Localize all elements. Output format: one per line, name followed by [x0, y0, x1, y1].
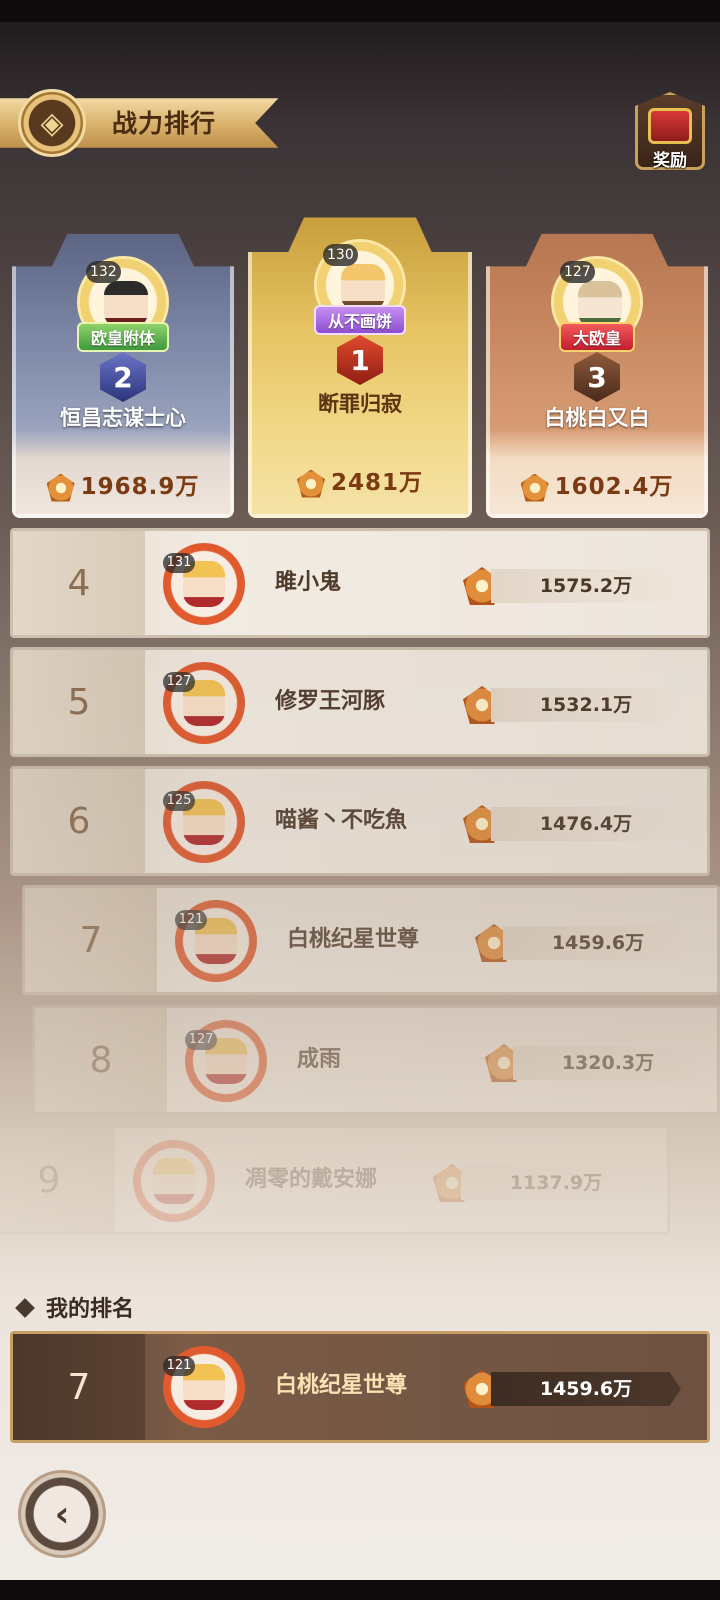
status-bar: [0, 0, 720, 22]
power-icon: [520, 473, 549, 502]
power-value: 1459.6万: [503, 926, 693, 960]
level-badge: 130: [323, 244, 358, 266]
level-badge: 127: [185, 1030, 217, 1050]
back-arrow-icon: ‹: [54, 1493, 70, 1535]
player-name: 白桃纪星世尊: [287, 927, 420, 952]
navigation-bar: [0, 1580, 720, 1600]
level-badge: 127: [560, 261, 595, 283]
level-badge: 127: [163, 672, 195, 692]
podium-card-rank-3[interactable]: 127 大欧皇 3 白桃白又白 1602.4万: [486, 222, 708, 518]
ranking-row[interactable]: 8 127 成雨 1320.3万: [32, 1005, 720, 1115]
diamond-icon: [15, 1298, 35, 1318]
power-value: 1137.9万: [461, 1166, 651, 1200]
player-name: 白桃白又白: [544, 406, 650, 430]
power-value: 2481万: [248, 463, 472, 498]
player-name: 断罪归寂: [318, 392, 402, 416]
rank-number: 6: [13, 769, 145, 873]
level-badge: 121: [175, 910, 207, 930]
level-badge: 132: [86, 261, 121, 283]
power-icon: [296, 469, 325, 498]
ranking-row[interactable]: 7 121 白桃纪星世尊 1459.6万: [22, 885, 720, 995]
player-name: 喵酱丶不吃魚: [275, 808, 408, 833]
shield-icon: ◈: [18, 89, 86, 157]
power-value: 1320.3万: [513, 1046, 703, 1080]
player-name: 恒昌志谋士心: [60, 406, 186, 430]
rank-number: 7: [25, 888, 157, 992]
player-name: 凋零的戴安娜: [245, 1167, 378, 1192]
rank-number: 8: [35, 1008, 167, 1112]
title-tag: 从不画饼: [313, 305, 407, 335]
treasure-chest-icon: [648, 108, 692, 144]
my-rank-row[interactable]: 7 121 白桃纪星世尊 1459.6万: [10, 1331, 710, 1443]
power-value: 1575.2万: [491, 569, 681, 603]
podium-card-rank-1[interactable]: 130 从不画饼 1 断罪归寂 2481万: [248, 205, 472, 518]
power-value: 1476.4万: [491, 807, 681, 841]
ranking-row[interactable]: 9 凋零的戴安娜 1137.9万: [0, 1125, 670, 1235]
player-name: 成雨: [297, 1047, 342, 1072]
ranking-row[interactable]: 5 127 修罗王河豚 1532.1万: [10, 647, 710, 757]
ranking-row[interactable]: 4 131 雎小鬼 1575.2万: [10, 528, 710, 638]
level-badge: 121: [163, 1356, 195, 1376]
player-name: 白桃纪星世尊: [275, 1373, 408, 1398]
my-rank-heading: 我的排名: [15, 1294, 134, 1326]
podium-card-rank-2[interactable]: 132 欧皇附体 2 恒昌志谋士心 1968.9万: [12, 222, 234, 518]
rank-number: 9: [0, 1128, 115, 1232]
level-badge: 125: [163, 791, 195, 811]
power-value: 1602.4万: [486, 467, 708, 502]
ranking-screen: ◈ 战力排行 奖励 132 欧皇附体 2 恒昌志谋士心 1968.9万 130 …: [0, 0, 720, 1600]
level-badge: 131: [163, 553, 195, 573]
page-title: 战力排行: [112, 109, 217, 138]
rank-number: 4: [13, 531, 145, 635]
player-name: 雎小鬼: [275, 570, 342, 595]
title-tag: 欧皇附体: [76, 322, 170, 352]
player-name: 修罗王河豚: [275, 689, 386, 714]
power-value: 1968.9万: [12, 467, 234, 502]
title-tag: 大欧皇: [558, 322, 636, 352]
rank-number: 5: [13, 650, 145, 754]
avatar: [133, 1140, 215, 1222]
rank-number: 7: [13, 1334, 145, 1440]
power-value: 1532.1万: [491, 688, 681, 722]
reward-label: 奖励: [653, 151, 687, 171]
power-icon: [46, 473, 75, 502]
back-button[interactable]: ‹: [18, 1470, 106, 1558]
power-value: 1459.6万: [491, 1372, 681, 1406]
ranking-row[interactable]: 6 125 喵酱丶不吃魚 1476.4万: [10, 766, 710, 876]
